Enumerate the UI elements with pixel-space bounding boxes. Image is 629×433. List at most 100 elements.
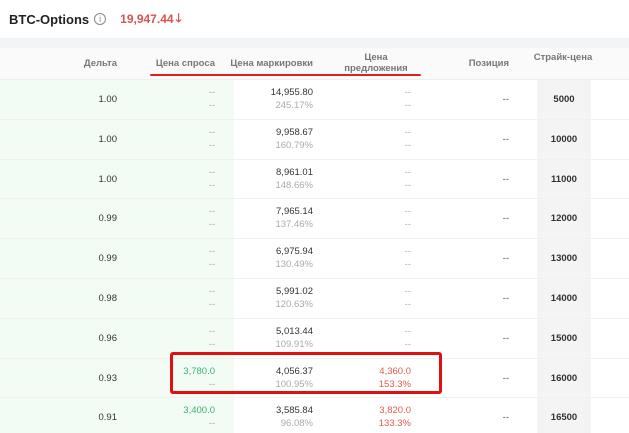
cell-position: --	[502, 94, 509, 105]
column-strike[interactable]: Страйк-цена	[533, 52, 593, 63]
cell-delta: 0.98	[98, 292, 118, 304]
cell-bid[interactable]: -- --	[135, 160, 215, 199]
mark-price: 8,961.01	[276, 166, 313, 178]
bid-iv: --	[208, 100, 215, 111]
cell-position: --	[502, 412, 509, 424]
bid-price[interactable]: --	[209, 167, 215, 178]
bid-price[interactable]: --	[209, 127, 215, 138]
ask-iv: --	[404, 139, 411, 151]
header-highlight-underline	[150, 74, 421, 76]
cell-ask[interactable]: -- --	[331, 279, 411, 318]
cell-bid[interactable]: -- --	[135, 120, 215, 159]
bid-price[interactable]: --	[209, 87, 215, 98]
cell-bid[interactable]: -- --	[135, 239, 215, 278]
cell-position: --	[502, 173, 509, 185]
cell-mark: 6,975.94 130.49%	[233, 239, 313, 278]
ask-iv: --	[404, 219, 411, 231]
bid-iv: --	[208, 259, 215, 271]
column-mark[interactable]: Цена маркировки	[230, 58, 313, 69]
cell-ask[interactable]: -- --	[331, 160, 411, 199]
info-icon[interactable]: i	[94, 13, 107, 25]
cell-bid[interactable]: 3,400.0 --	[135, 398, 215, 433]
ask-price[interactable]: --	[405, 87, 411, 98]
cell-ask[interactable]: -- --	[331, 239, 411, 278]
cell-strike[interactable]: 10000	[537, 134, 591, 145]
cell-strike[interactable]: 15000	[537, 333, 591, 344]
cell-mark: 8,961.01 148.66%	[233, 160, 313, 199]
cell-strike[interactable]: 16500	[537, 412, 591, 423]
mark-iv: 137.46%	[275, 219, 313, 231]
table-row[interactable]: 1.00 -- -- 9,958.67 160.79% -- -- -- 100…	[0, 119, 629, 160]
cell-strike[interactable]: 14000	[537, 293, 591, 304]
ask-iv: --	[404, 179, 411, 191]
column-bid[interactable]: Цена спроса	[156, 58, 215, 69]
mark-iv: 245.17%	[275, 100, 313, 111]
cell-position: --	[502, 292, 509, 304]
cell-position: --	[502, 372, 509, 384]
mark-iv: 109.91%	[275, 338, 313, 350]
ask-iv: --	[404, 298, 411, 310]
cell-position: --	[502, 253, 509, 265]
ask-price[interactable]: --	[405, 246, 411, 257]
cell-delta: 1.00	[98, 173, 118, 185]
cell-mark: 14,955.80 245.17%	[233, 80, 313, 119]
bid-price[interactable]: --	[209, 286, 215, 297]
mark-price: 7,965.14	[276, 206, 313, 218]
mark-iv: 120.63%	[275, 298, 313, 310]
cell-delta: 0.96	[98, 332, 118, 344]
bid-iv: --	[208, 179, 215, 191]
mark-price: 5,991.02	[276, 285, 313, 297]
ask-price[interactable]: --	[405, 206, 411, 217]
cell-strike[interactable]: 16000	[537, 373, 591, 384]
cell-bid[interactable]: -- --	[135, 80, 215, 119]
ask-price[interactable]: --	[405, 286, 411, 297]
mark-iv: 96.08%	[280, 418, 313, 430]
table-row[interactable]: 0.99 -- -- 6,975.94 130.49% -- -- -- 130…	[0, 239, 629, 279]
table-row[interactable]: 1.00 -- -- 8,961.01 148.66% -- -- -- 110…	[0, 159, 629, 200]
mark-iv: 160.79%	[275, 139, 313, 151]
cell-mark: 9,958.67 160.79%	[233, 120, 313, 159]
cell-mark: 3,585.84 96.08%	[233, 398, 313, 433]
cell-ask[interactable]: -- --	[331, 120, 411, 159]
cell-ask[interactable]: -- --	[331, 199, 411, 238]
cell-delta: 0.93	[98, 372, 118, 384]
cell-strike[interactable]: 5000	[537, 94, 591, 105]
cell-position: --	[502, 213, 509, 225]
mark-price: 3,585.84	[276, 405, 313, 417]
column-ask[interactable]: Цена предложения	[341, 52, 411, 74]
cell-ask[interactable]: 3,820.0 133.3%	[331, 398, 411, 433]
ask-price[interactable]: --	[405, 127, 411, 138]
cell-bid[interactable]: -- --	[135, 279, 215, 318]
ask-iv: --	[404, 259, 411, 271]
instrument-title[interactable]: BTC-Options	[9, 12, 89, 27]
bid-price[interactable]: --	[209, 246, 215, 257]
ask-price[interactable]: --	[405, 326, 411, 337]
column-delta[interactable]: Дельта	[84, 58, 117, 69]
header-bar: BTC-Options i 19,947.44 🡓	[0, 0, 629, 38]
table-row[interactable]: 0.98 -- -- 5,991.02 120.63% -- -- -- 140…	[0, 278, 629, 319]
bid-iv: --	[208, 338, 215, 350]
cell-mark: 5,991.02 120.63%	[233, 279, 313, 318]
ask-iv: --	[404, 338, 411, 350]
cell-strike[interactable]: 11000	[537, 174, 591, 185]
bid-price[interactable]: --	[209, 326, 215, 337]
cell-strike[interactable]: 12000	[537, 213, 591, 224]
table-row[interactable]: 0.91 3,400.0 -- 3,585.84 96.08% 3,820.0 …	[0, 398, 629, 433]
mark-iv: 148.66%	[275, 179, 313, 191]
cell-strike[interactable]: 13000	[537, 253, 591, 264]
ask-price[interactable]: --	[405, 167, 411, 178]
bid-price[interactable]: 3,400.0	[183, 405, 215, 416]
bid-price[interactable]: --	[209, 206, 215, 217]
bid-iv: --	[208, 298, 215, 310]
table-row[interactable]: 0.99 -- -- 7,965.14 137.46% -- -- -- 120…	[0, 199, 629, 240]
arrow-down-icon: 🡓	[175, 10, 182, 25]
table-row[interactable]: 1.00 -- -- 14,955.80 245.17% -- -- -- 50…	[0, 80, 629, 120]
cell-bid[interactable]: -- --	[135, 199, 215, 238]
bid-iv: --	[208, 418, 215, 430]
mark-price: 6,975.94	[276, 246, 313, 258]
cell-ask[interactable]: -- --	[331, 80, 411, 119]
column-position[interactable]: Позиция	[469, 58, 509, 69]
cell-position: --	[502, 133, 509, 145]
ask-price[interactable]: 3,820.0	[379, 405, 411, 416]
ask-iv: 133.3%	[378, 418, 411, 430]
